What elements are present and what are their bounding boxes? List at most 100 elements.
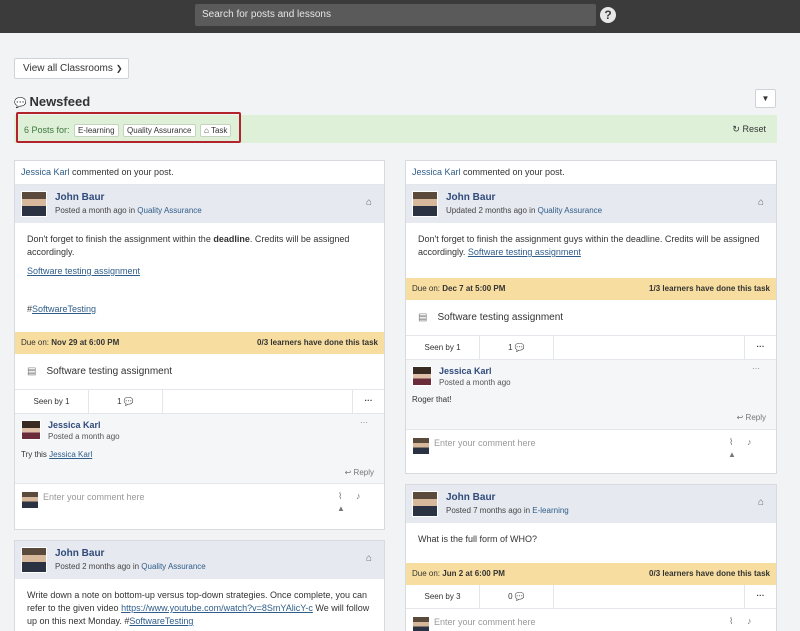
attach-icon[interactable]: ⌇ <box>338 491 342 502</box>
comment-icon: 💬 <box>514 592 525 601</box>
chevron-down-icon: ❯ <box>115 64 123 73</box>
more-options-button[interactable]: ··· <box>744 336 776 360</box>
mention-link[interactable]: Jessica Karl <box>49 450 92 459</box>
reply-button[interactable]: ↩ Reply <box>345 468 374 477</box>
search-input[interactable]: Search for posts and lessons <box>195 4 596 26</box>
more-options-button[interactable]: ··· <box>352 390 384 414</box>
hashtag-link[interactable]: SoftwareTesting <box>32 304 96 314</box>
due-bar: Due on: Nov 29 at 6:00 PM 0/3 learners ha… <box>15 332 384 354</box>
seen-by[interactable]: Seen by 1 <box>15 390 89 414</box>
avatar <box>412 191 438 217</box>
notification-line: Jessica Karl commented on your post. <box>406 161 776 185</box>
home-icon: ⌂ <box>365 553 372 564</box>
comment-text: Roger that! <box>412 395 452 404</box>
author-name[interactable]: John Baur <box>446 192 495 203</box>
video-link[interactable]: https://www.youtube.com/watch?v=8SmYAlic… <box>121 603 313 613</box>
post-body: Don't forget to finish the assignment wi… <box>27 234 350 314</box>
avatar <box>21 547 47 573</box>
post-meta: Posted 7 months ago in E-learning <box>446 506 569 515</box>
post-header: John Baur Posted a month ago in Quality … <box>15 185 384 223</box>
assignment-link[interactable]: Software testing assignment <box>27 266 140 276</box>
comment-count[interactable]: 1 💬 <box>89 390 163 414</box>
view-classrooms-label: View all Classrooms <box>23 63 113 74</box>
filter-chip-elearning[interactable]: E-learning <box>74 124 119 137</box>
help-icon[interactable]: ? <box>600 7 616 23</box>
attach-icon[interactable]: ⌇ <box>729 437 733 448</box>
post-body: What is the full form of WHO? <box>418 534 538 544</box>
filter-bar: 6 Posts for: E-learning Quality Assuranc… <box>14 112 777 143</box>
post-body: Don't forget to finish the assignment gu… <box>418 234 760 257</box>
microphone-icon[interactable]: ♪ <box>356 491 361 501</box>
comment: Jessica Karl Posted a month ago ··· Roge… <box>406 360 776 430</box>
notify-user-link[interactable]: Jessica Karl <box>21 167 70 177</box>
drive-icon[interactable]: ▲ <box>337 504 345 513</box>
post-card: John Baur Posted 7 months ago in E-learn… <box>405 484 777 631</box>
comment-meta: Posted a month ago <box>48 432 120 441</box>
post-meta: Posted 2 months ago in Quality Assurance <box>55 562 206 571</box>
comment-text: Try this Jessica Karl <box>21 450 93 459</box>
post-header: John Baur Posted 2 months ago in Quality… <box>15 541 384 579</box>
classroom-link[interactable]: Quality Assurance <box>538 206 602 215</box>
seen-by[interactable]: Seen by 3 <box>406 585 480 609</box>
attach-icon[interactable]: ⌇ <box>729 616 733 627</box>
document-icon: ▤ <box>418 312 428 323</box>
comment-options-button[interactable]: ··· <box>360 418 368 427</box>
filter-button[interactable]: ▼ <box>755 89 776 108</box>
comment-author[interactable]: Jessica Karl <box>48 420 101 430</box>
comment-count[interactable]: 0 💬 <box>480 585 554 609</box>
reply-icon: ↩ <box>344 468 352 477</box>
refresh-icon: ↻ <box>732 124 740 134</box>
seen-by[interactable]: Seen by 1 <box>406 336 480 360</box>
notify-user-link[interactable]: Jessica Karl <box>412 167 461 177</box>
classroom-link[interactable]: E-learning <box>532 506 568 515</box>
comment-count[interactable]: 1 💬 <box>480 336 554 360</box>
comment-input[interactable]: Enter your comment here <box>434 438 536 448</box>
author-name[interactable]: John Baur <box>55 548 104 559</box>
post-header: John Baur Posted 7 months ago in E-learn… <box>406 485 776 523</box>
avatar <box>412 366 432 386</box>
reply-button[interactable]: ↩ Reply <box>737 413 766 422</box>
post-header: John Baur Updated 2 months ago in Qualit… <box>406 185 776 223</box>
classroom-link[interactable]: Quality Assurance <box>137 206 201 215</box>
comment-author[interactable]: Jessica Karl <box>439 366 492 376</box>
post-card: John Baur Posted 2 months ago in Quality… <box>14 540 385 631</box>
post-stats: Seen by 3 0 💬 ··· <box>406 585 776 609</box>
home-icon: ⌂ <box>757 497 764 508</box>
assignment-link[interactable]: Software testing assignment <box>468 247 581 257</box>
more-options-button[interactable]: ··· <box>744 585 776 609</box>
comments-icon: 💬 <box>14 98 27 109</box>
filter-chip-quality-assurance[interactable]: Quality Assurance <box>123 124 196 137</box>
avatar <box>21 191 47 217</box>
post-card: Jessica Karl commented on your post. Joh… <box>14 160 385 530</box>
comment-icon: 💬 <box>514 343 525 352</box>
comment-options-button[interactable]: ··· <box>752 364 760 373</box>
drive-icon[interactable]: ▲ <box>728 450 736 459</box>
filter-chip-task[interactable]: ⌂ Task <box>200 124 232 137</box>
post-stats: Seen by 1 1 💬 ··· <box>15 390 384 414</box>
comment-input[interactable]: Enter your comment here <box>434 617 536 627</box>
microphone-icon[interactable]: ♪ <box>747 437 752 447</box>
active-filters: 6 Posts for: E-learning Quality Assuranc… <box>24 124 232 137</box>
hashtag-link[interactable]: SoftwareTesting <box>129 616 193 626</box>
top-bar: Search for posts and lessons ? <box>0 0 800 33</box>
task-item[interactable]: ▤ Software testing assignment <box>15 354 384 390</box>
due-bar: Due on: Dec 7 at 5:00 PM 1/3 learners hav… <box>406 278 776 300</box>
post-stats: Seen by 1 1 💬 ··· <box>406 336 776 360</box>
microphone-icon[interactable]: ♪ <box>747 616 752 626</box>
comment-meta: Posted a month ago <box>439 378 511 387</box>
reset-button[interactable]: ↻ Reset <box>732 124 766 135</box>
task-item[interactable]: ▤ Software testing assignment <box>406 300 776 336</box>
view-classrooms-dropdown[interactable]: View all Classrooms ❯ <box>14 58 129 79</box>
author-name[interactable]: John Baur <box>55 192 104 203</box>
comment-input[interactable]: Enter your comment here <box>43 492 145 502</box>
due-bar: Due on: Jun 2 at 6:00 PM 0/3 learners hav… <box>406 563 776 585</box>
comment-icon: 💬 <box>123 397 134 406</box>
author-name[interactable]: John Baur <box>446 492 495 503</box>
avatar <box>412 616 430 631</box>
reply-icon: ↩ <box>736 413 744 422</box>
comment-composer: Enter your comment here ⌇ ♪ ▲ <box>406 430 776 464</box>
comment-composer: Enter your comment here ⌇ ♪ <box>406 609 776 631</box>
classroom-link[interactable]: Quality Assurance <box>141 562 205 571</box>
avatar <box>21 491 39 509</box>
funnel-icon: ▼ <box>761 94 770 103</box>
